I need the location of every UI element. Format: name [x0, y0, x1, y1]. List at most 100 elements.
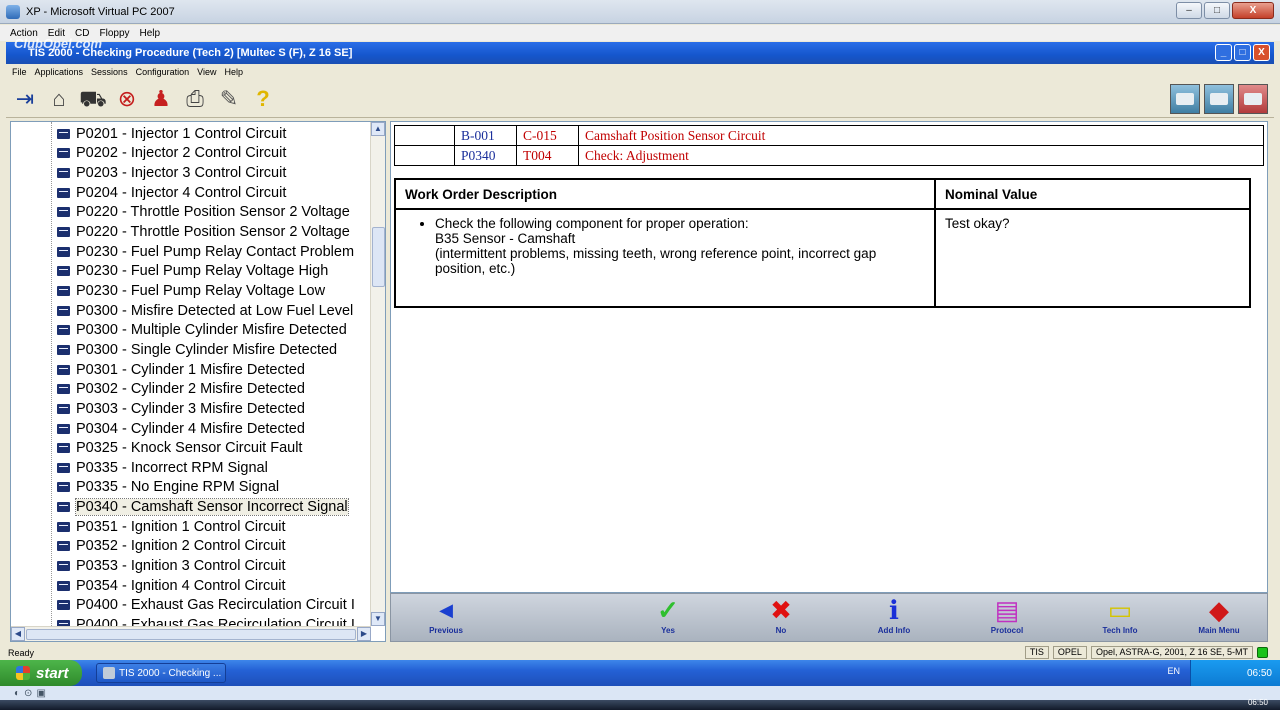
tis-maximize-button[interactable]: □	[1234, 44, 1251, 61]
book-icon	[57, 168, 70, 179]
no-button[interactable]: ✖ No	[736, 594, 826, 642]
book-icon	[57, 227, 70, 238]
host-menu-floppy[interactable]: Floppy	[99, 28, 129, 39]
add-info-button[interactable]: ℹ Add Info	[849, 594, 939, 642]
tree-item[interactable]: P0202 - Injector 2 Control Circuit	[57, 144, 286, 164]
help-icon[interactable]: ?	[248, 84, 278, 114]
tree-item[interactable]: P0201 - Injector 1 Control Circuit	[57, 124, 286, 144]
exit-icon[interactable]: ⇥	[10, 84, 40, 114]
yes-button[interactable]: ✓ Yes	[623, 594, 713, 642]
tree-item[interactable]: P0300 - Multiple Cylinder Misfire Detect…	[57, 321, 347, 341]
code-blank	[394, 125, 455, 146]
quicklaunch-icon[interactable]: ◐	[14, 688, 20, 699]
menu-configuration[interactable]: Configuration	[136, 67, 190, 77]
tree-item[interactable]: P0301 - Cylinder 1 Misfire Detected	[57, 360, 305, 380]
book-icon	[57, 600, 70, 611]
tree-item[interactable]: P0204 - Injector 4 Control Circuit	[57, 183, 286, 203]
home-icon[interactable]: ⌂	[44, 84, 74, 114]
tree-item[interactable]: P0335 - Incorrect RPM Signal	[57, 458, 268, 478]
car-icon[interactable]: ⛟	[78, 84, 108, 114]
tree-item-label: P0335 - No Engine RPM Signal	[76, 479, 280, 496]
menu-help[interactable]: Help	[224, 67, 243, 77]
tech2-icon[interactable]	[1170, 84, 1200, 114]
status-bar: Ready TIS OPEL Opel, ASTRA-G, 2001, Z 16…	[6, 645, 1274, 660]
quicklaunch-icon[interactable]: ⊙	[24, 688, 32, 699]
tray-clock: 06:50	[1246, 667, 1272, 679]
tree-item[interactable]: P0230 - Fuel Pump Relay Contact Problem	[57, 242, 354, 262]
vehicle-icon[interactable]	[1204, 84, 1234, 114]
tis-minimize-button[interactable]: _	[1215, 44, 1232, 61]
tree-item[interactable]: P0304 - Cylinder 4 Misfire Detected	[57, 419, 305, 439]
language-indicator[interactable]: EN	[1167, 666, 1180, 676]
tree-item[interactable]: P0230 - Fuel Pump Relay Voltage Low	[57, 281, 325, 301]
hscroll-thumb[interactable]	[26, 628, 356, 640]
tree-item[interactable]: P0302 - Cylinder 2 Misfire Detected	[57, 379, 305, 399]
book-icon	[57, 443, 70, 454]
scroll-thumb[interactable]	[372, 227, 385, 287]
tree-item-label: P0304 - Cylinder 4 Misfire Detected	[76, 420, 305, 437]
tree-item[interactable]: P0353 - Ignition 3 Control Circuit	[57, 556, 286, 576]
book-icon	[57, 207, 70, 218]
tree-item[interactable]: P0400 - Exhaust Gas Recirculation Circui…	[57, 596, 355, 616]
tree-item[interactable]: P0325 - Knock Sensor Circuit Fault	[57, 438, 302, 458]
print-icon[interactable]: ⎙	[180, 84, 210, 114]
tree-item-label: P0335 - Incorrect RPM Signal	[76, 459, 268, 476]
host-maximize-button[interactable]: □	[1204, 2, 1230, 19]
scroll-left-icon[interactable]: ◀	[11, 627, 25, 641]
protocol-button[interactable]: ▤ Protocol	[962, 594, 1052, 642]
tree-item-label: P0301 - Cylinder 1 Misfire Detected	[76, 361, 305, 378]
menu-file[interactable]: File	[12, 67, 27, 77]
code-c015: C-015	[516, 125, 579, 146]
add-info-label: Add Info	[877, 626, 911, 635]
tree-item-label: P0300 - Single Cylinder Misfire Detected	[76, 341, 338, 358]
tree-item[interactable]: P0303 - Cylinder 3 Misfire Detected	[57, 399, 305, 419]
tech-info-button[interactable]: ▭ Tech Info	[1075, 594, 1165, 642]
user-icon[interactable]: ♟	[146, 84, 176, 114]
host-menu-help[interactable]: Help	[140, 28, 161, 39]
menu-sessions[interactable]: Sessions	[91, 67, 128, 77]
tree-item[interactable]: P0220 - Throttle Position Sensor 2 Volta…	[57, 203, 350, 223]
stop-icon[interactable]: ⊗	[112, 84, 142, 114]
sps-icon[interactable]	[1238, 84, 1268, 114]
tree-item[interactable]: P0300 - Misfire Detected at Low Fuel Lev…	[57, 301, 353, 321]
tree-item-label: P0325 - Knock Sensor Circuit Fault	[76, 440, 303, 457]
book-icon	[57, 364, 70, 375]
x-icon: ✖	[770, 595, 792, 625]
taskbar-item-label: TIS 2000 - Checking ...	[119, 667, 222, 679]
book-icon	[57, 325, 70, 336]
start-button[interactable]: start	[0, 660, 82, 686]
tree-item[interactable]: P0335 - No Engine RPM Signal	[57, 478, 279, 498]
scroll-up-icon[interactable]: ▲	[371, 122, 385, 136]
previous-label: Previous	[429, 626, 463, 635]
tis-window-controls: _ □ X	[1215, 44, 1270, 61]
toolbar-right-group	[1170, 84, 1268, 114]
host-minimize-button[interactable]: –	[1176, 2, 1202, 19]
taskbar-item-tis[interactable]: TIS 2000 - Checking ...	[96, 663, 226, 683]
scroll-right-icon[interactable]: ▶	[357, 627, 371, 641]
tree-item-label: P0220 - Throttle Position Sensor 2 Volta…	[76, 224, 350, 241]
book-icon	[57, 541, 70, 552]
tree-item[interactable]: P0354 - Ignition 4 Control Circuit	[57, 576, 286, 596]
notepad-icon[interactable]: ✎	[214, 84, 244, 114]
tree-item[interactable]: P0203 - Injector 3 Control Circuit	[57, 163, 286, 183]
tree-item[interactable]: P0351 - Ignition 1 Control Circuit	[57, 517, 286, 537]
quicklaunch-icon[interactable]: ▣	[36, 688, 45, 699]
work-order-header: Work Order Description	[394, 178, 936, 210]
host-close-button[interactable]: X	[1232, 2, 1274, 19]
tree-item[interactable]: P0230 - Fuel Pump Relay Voltage High	[57, 262, 328, 282]
tree-horizontal-scrollbar[interactable]: ◀ ▶	[11, 626, 371, 641]
connection-led-icon	[1257, 647, 1268, 658]
tis-close-button[interactable]: X	[1253, 44, 1270, 61]
book-icon	[57, 423, 70, 434]
tree-item[interactable]: P0340 - Camshaft Sensor Incorrect Signal	[57, 497, 349, 517]
main-menu-button[interactable]: ◆ Main Menu	[1174, 594, 1264, 642]
scroll-down-icon[interactable]: ▼	[371, 612, 385, 626]
previous-button[interactable]: ◀ Previous	[401, 594, 491, 642]
tree-item[interactable]: P0220 - Throttle Position Sensor 2 Volta…	[57, 222, 350, 242]
tree-item[interactable]: P0352 - Ignition 2 Control Circuit	[57, 537, 286, 557]
menu-view[interactable]: View	[197, 67, 216, 77]
menu-applications[interactable]: Applications	[35, 67, 84, 77]
virtual-pc-icon	[6, 4, 20, 19]
tree-vertical-scrollbar[interactable]: ▲ ▼	[370, 122, 385, 626]
tree-item[interactable]: P0300 - Single Cylinder Misfire Detected	[57, 340, 337, 360]
